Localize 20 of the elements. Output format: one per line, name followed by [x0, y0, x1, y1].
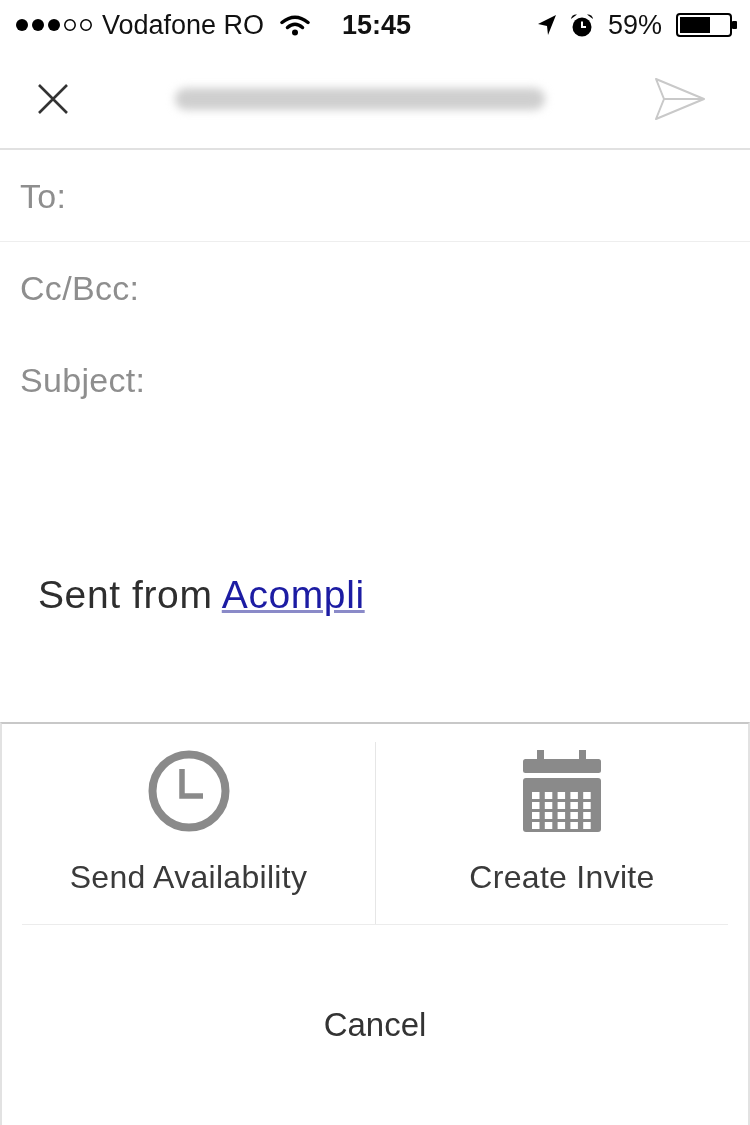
action-option-button[interactable]: Create Invite — [376, 742, 748, 924]
send-icon — [654, 77, 706, 121]
battery-percent: 59% — [607, 11, 662, 39]
cancel-button[interactable]: Cancel — [2, 925, 748, 1125]
calendar-icon — [523, 750, 601, 832]
field-label: To: — [20, 175, 67, 216]
wifi-icon — [280, 14, 311, 36]
signature-text: Sent from Acompli — [38, 573, 365, 617]
signal-strength-icon — [15, 18, 93, 32]
field-label: Cc/Bcc: — [20, 268, 140, 308]
carrier-name: Vodafone RO — [102, 11, 265, 39]
location-arrow-icon — [537, 15, 556, 35]
status-time: 15:45 — [341, 11, 412, 39]
battery-icon — [676, 13, 738, 37]
field-label: Subject: — [20, 360, 146, 400]
message-body-field[interactable]: Sent from Acompli — [0, 426, 750, 722]
alarm-clock-icon — [569, 13, 594, 37]
clock-icon — [147, 750, 230, 832]
close-icon — [38, 84, 68, 114]
signature-link[interactable]: Acompli — [221, 573, 365, 616]
